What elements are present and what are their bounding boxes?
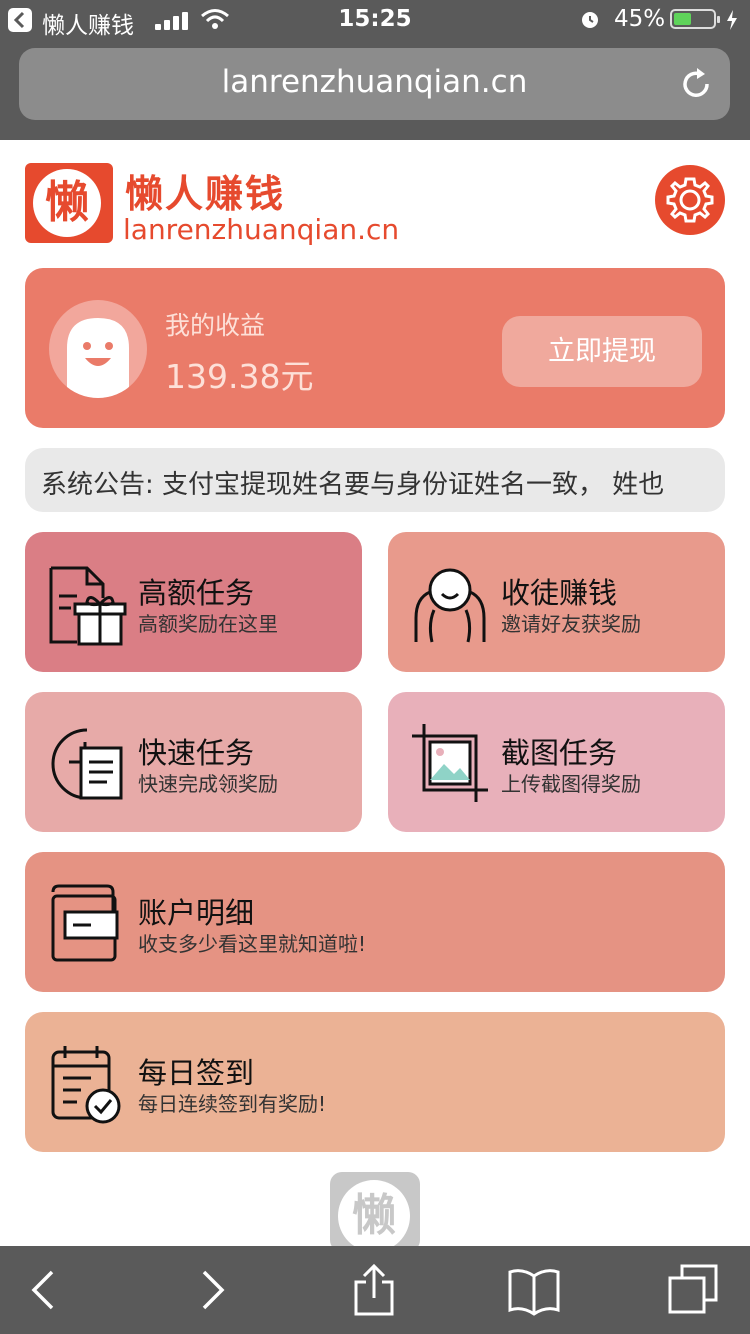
tile-subtitle: 邀请好友获奖励 — [501, 612, 641, 636]
forward-button[interactable] — [182, 1262, 242, 1318]
page-header: 懒 懒人赚钱 lanrenzhuanqian.cn — [25, 163, 725, 246]
withdraw-button[interactable]: 立即提现 — [502, 316, 702, 387]
tile-title: 账户明细 — [138, 896, 255, 930]
gear-icon — [666, 177, 714, 223]
battery-icon — [670, 9, 720, 29]
charging-bolt-icon — [727, 10, 737, 30]
browser-chrome: lanrenzhuanqian.cn — [0, 40, 750, 140]
calendar-check-icon — [51, 1046, 121, 1124]
ghost-avatar-icon — [67, 318, 129, 398]
tile-subtitle: 上传截图得奖励 — [501, 772, 641, 796]
tile-invite-friends[interactable]: 收徒赚钱 邀请好友获奖励 — [388, 532, 725, 672]
address-url[interactable]: lanrenzhuanqian.cn — [19, 64, 730, 100]
tile-account-details[interactable]: 账户明细 收支多少看这里就知道啦! — [25, 852, 725, 992]
people-icon — [414, 568, 486, 643]
system-notice[interactable]: 系统公告: 支付宝提现姓名要与身份证姓名一致， 姓也 — [25, 448, 725, 512]
battery-percentage: 45% — [614, 6, 666, 32]
settings-button[interactable] — [655, 165, 725, 235]
tile-quick-tasks[interactable]: 快速任务 快速完成领奖励 — [25, 692, 362, 832]
tile-title: 高额任务 — [138, 576, 255, 610]
brand-logo: 懒 — [25, 163, 113, 243]
earnings-label: 我的收益 — [165, 311, 266, 340]
earnings-card: 我的收益 139.38元 立即提现 — [25, 268, 725, 428]
tile-title: 快速任务 — [138, 736, 255, 770]
tile-subtitle: 收支多少看这里就知道啦! — [138, 932, 367, 956]
clock-document-icon — [51, 728, 123, 800]
battery-fill — [674, 13, 692, 25]
back-button[interactable] — [14, 1262, 74, 1318]
tile-subtitle: 每日连续签到有奖励! — [138, 1092, 327, 1116]
brand-url: lanrenzhuanqian.cn — [123, 213, 400, 246]
address-bar[interactable]: lanrenzhuanqian.cn — [19, 48, 730, 120]
crop-image-icon — [412, 724, 488, 802]
browser-toolbar — [0, 1246, 750, 1334]
footer-logo: 懒 — [330, 1172, 420, 1252]
tile-subtitle: 快速完成领奖励 — [138, 772, 278, 796]
tile-title: 收徒赚钱 — [501, 576, 618, 610]
tabs-button[interactable] — [664, 1262, 724, 1318]
tile-title: 每日签到 — [138, 1056, 255, 1090]
reload-button[interactable] — [678, 66, 714, 102]
brand-name: 懒人赚钱 — [125, 172, 286, 216]
wallet-icon — [51, 884, 119, 962]
gift-document-icon — [49, 566, 127, 646]
share-button[interactable] — [344, 1262, 404, 1318]
bookmarks-button[interactable] — [504, 1262, 564, 1318]
tile-daily-check-in[interactable]: 每日签到 每日连续签到有奖励! — [25, 1012, 725, 1152]
tile-screenshot-tasks[interactable]: 截图任务 上传截图得奖励 — [388, 692, 725, 832]
earnings-amount: 139.38元 — [165, 357, 314, 396]
tile-subtitle: 高额奖励在这里 — [138, 612, 278, 636]
alarm-icon — [582, 12, 598, 28]
tile-title: 截图任务 — [501, 736, 618, 770]
notice-text: 系统公告: 支付宝提现姓名要与身份证姓名一致， 姓也 — [41, 470, 665, 500]
tile-high-value-tasks[interactable]: 高额任务 高额奖励在这里 — [25, 532, 362, 672]
status-bar: 懒人赚钱 15:25 45% — [0, 0, 750, 40]
avatar[interactable] — [49, 300, 147, 398]
